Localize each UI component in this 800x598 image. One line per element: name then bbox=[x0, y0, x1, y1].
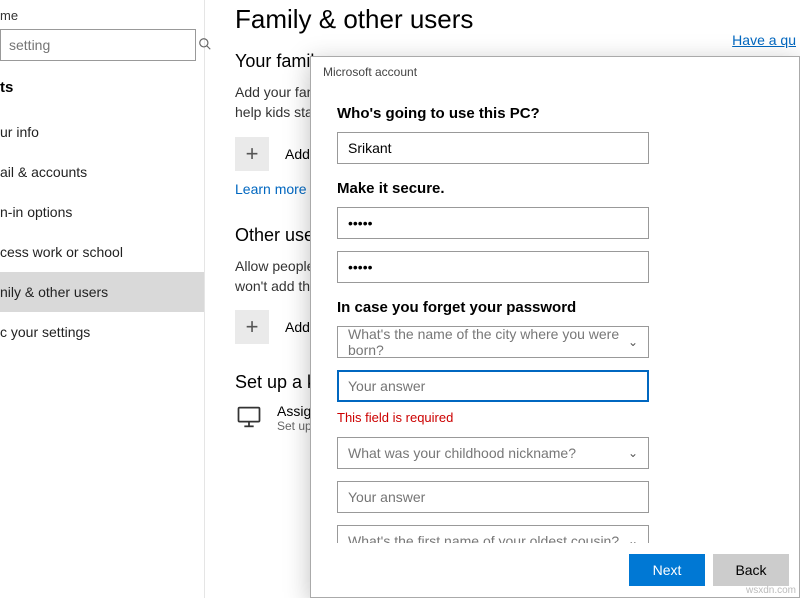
back-button[interactable]: Back bbox=[713, 554, 789, 586]
security-question-1-select[interactable]: What's the name of the city where you we… bbox=[337, 326, 649, 358]
question-secure: Make it secure. bbox=[337, 180, 773, 197]
settings-sidebar: me ts ur info ail & accounts n-in option… bbox=[0, 0, 205, 598]
watermark: wsxdn.com bbox=[746, 585, 796, 596]
username-input[interactable] bbox=[348, 140, 638, 156]
page-title: Family & other users bbox=[235, 4, 800, 35]
sq2-value: What was your childhood nickname? bbox=[348, 445, 576, 461]
sidebar-nav: ur info ail & accounts n-in options cess… bbox=[0, 112, 204, 352]
question-forget: In case you forget your password bbox=[337, 299, 773, 316]
security-question-2-select[interactable]: What was your childhood nickname? ⌄ bbox=[337, 437, 649, 469]
answer-1-field[interactable] bbox=[337, 370, 649, 402]
sq1-value: What's the name of the city where you we… bbox=[348, 326, 628, 358]
monitor-icon bbox=[235, 403, 263, 431]
dialog-title: Microsoft account bbox=[311, 57, 799, 85]
nav-family-other-users[interactable]: nily & other users bbox=[0, 272, 204, 312]
plus-icon: + bbox=[246, 314, 259, 340]
password-input[interactable] bbox=[348, 215, 638, 231]
nav-sync-settings[interactable]: c your settings bbox=[0, 312, 204, 352]
question-user: Who's going to use this PC? bbox=[337, 105, 773, 122]
confirm-password-field[interactable] bbox=[337, 251, 649, 283]
sq3-value: What's the first name of your oldest cou… bbox=[348, 533, 619, 543]
nav-access-work-school[interactable]: cess work or school bbox=[0, 232, 204, 272]
validation-error: This field is required bbox=[337, 410, 773, 425]
nav-your-info[interactable]: ur info bbox=[0, 112, 204, 152]
chevron-down-icon: ⌄ bbox=[628, 335, 638, 349]
username-field[interactable] bbox=[337, 132, 649, 164]
next-button[interactable]: Next bbox=[629, 554, 705, 586]
search-input-wrap[interactable] bbox=[0, 29, 196, 61]
confirm-password-input[interactable] bbox=[348, 259, 638, 275]
search-input[interactable] bbox=[1, 37, 198, 53]
chevron-down-icon: ⌄ bbox=[628, 534, 638, 543]
answer-1-input[interactable] bbox=[348, 378, 638, 394]
plus-icon: + bbox=[246, 141, 259, 167]
add-other-button[interactable]: + bbox=[235, 310, 269, 344]
chevron-down-icon: ⌄ bbox=[628, 446, 638, 460]
nav-email-accounts[interactable]: ail & accounts bbox=[0, 152, 204, 192]
search-icon bbox=[198, 37, 212, 54]
home-label: me bbox=[0, 0, 204, 29]
nav-signin-options[interactable]: n-in options bbox=[0, 192, 204, 232]
password-field[interactable] bbox=[337, 207, 649, 239]
have-question-link[interactable]: Have a qu bbox=[732, 32, 796, 48]
sidebar-section-title: ts bbox=[0, 79, 204, 96]
dialog-footer: Next Back bbox=[311, 543, 799, 597]
answer-2-field[interactable] bbox=[337, 481, 649, 513]
security-question-3-select[interactable]: What's the first name of your oldest cou… bbox=[337, 525, 649, 543]
add-family-button[interactable]: + bbox=[235, 137, 269, 171]
answer-2-input[interactable] bbox=[348, 489, 638, 505]
microsoft-account-dialog: Microsoft account Who's going to use thi… bbox=[310, 56, 800, 598]
